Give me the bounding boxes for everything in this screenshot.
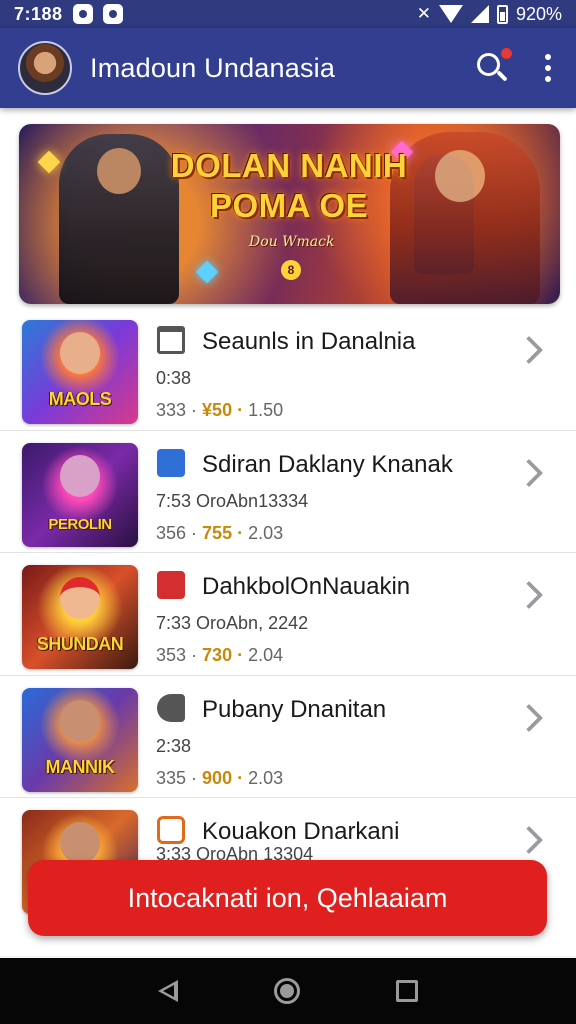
game-stats: 356 · 755 · 2.03 bbox=[156, 522, 284, 543]
game-thumbnail: SHUNDAN bbox=[22, 565, 138, 669]
game-meta: 7:33 OroAbn, 2242 bbox=[156, 613, 309, 633]
game-title: Seaunls in Danalnia bbox=[202, 328, 416, 355]
battery-icon bbox=[496, 4, 508, 24]
game-title: Sdiran Daklany Knanak bbox=[202, 450, 453, 478]
wifi-icon bbox=[438, 5, 463, 23]
sparkle-icon bbox=[195, 260, 219, 284]
sparkle-icon bbox=[37, 150, 61, 174]
primary-action-button[interactable]: Intocaknati ion, Qehlaaiam bbox=[28, 860, 547, 936]
more-options-button[interactable] bbox=[538, 50, 558, 86]
main-content: DOLAN NANIH POMA OE Dou Wmack 8 MAOLS Se… bbox=[0, 108, 576, 956]
status-bar: 7:188 ✕ 920% bbox=[0, 0, 576, 28]
chevron-right-icon bbox=[514, 825, 544, 855]
tag-icon bbox=[157, 693, 185, 722]
game-title: DahkbolOnNauakin bbox=[202, 573, 411, 600]
banner-subtitle: Dou Wmack bbox=[249, 234, 335, 250]
chevron-right-icon bbox=[514, 458, 544, 487]
game-meta: 0:38 bbox=[156, 368, 192, 388]
game-stats: 333 · ¥50 · 1.50 bbox=[156, 400, 284, 420]
game-stats: 353 · 730 · 2.04 bbox=[156, 645, 284, 665]
notification-icon bbox=[72, 4, 93, 24]
notification-dot bbox=[501, 48, 512, 59]
send-icon bbox=[157, 448, 185, 477]
avatar[interactable] bbox=[18, 41, 72, 95]
battery-percent: 920% bbox=[515, 3, 562, 24]
game-meta: 2:38 bbox=[156, 735, 192, 756]
banner-badge: 8 bbox=[281, 260, 301, 280]
status-time: 7:188 bbox=[14, 3, 63, 24]
app-title: Imadoun Undanasia bbox=[90, 52, 336, 83]
chevron-right-icon bbox=[514, 335, 544, 365]
banner-title: DOLAN NANIH POMA OE bbox=[170, 147, 408, 224]
chevron-right-icon bbox=[514, 703, 544, 732]
back-icon[interactable] bbox=[158, 980, 178, 1002]
more-vert-icon bbox=[545, 54, 551, 60]
game-stats: 335 · 900 · 2.03 bbox=[156, 767, 284, 788]
chevron-right-icon bbox=[514, 580, 544, 610]
game-meta: 7:53 OroAbn13334 bbox=[156, 490, 309, 511]
search-button[interactable] bbox=[474, 48, 512, 86]
game-list: MAOLS Seaunls in Danalnia 0:38 333 · ¥50… bbox=[0, 308, 576, 921]
trash-icon bbox=[157, 326, 185, 354]
game-thumbnail: MAOLS bbox=[22, 320, 138, 424]
list-item[interactable]: MANNIK Pubany Dnanitan 2:38 335 · 900 · … bbox=[0, 676, 576, 798]
notification-icon-2 bbox=[102, 4, 123, 24]
game-title: Kouakon Dnarkani bbox=[202, 818, 400, 845]
list-item[interactable]: SHUNDAN DahkbolOnNauakin 7:33 OroAbn, 22… bbox=[0, 553, 576, 676]
system-nav-bar bbox=[0, 958, 576, 1024]
featured-banner[interactable]: DOLAN NANIH POMA OE Dou Wmack 8 bbox=[19, 124, 560, 304]
game-thumbnail: MANNIK bbox=[22, 687, 138, 792]
game-title: Pubany Dnanitan bbox=[202, 695, 387, 723]
chat-icon bbox=[157, 816, 185, 844]
list-item[interactable]: PEROLIN Sdiran Daklany Knanak 7:53 OroAb… bbox=[0, 431, 576, 553]
mute-icon: ✕ bbox=[416, 4, 431, 23]
recent-apps-icon[interactable] bbox=[396, 980, 418, 1002]
game-icon bbox=[157, 571, 185, 599]
app-bar: Imadoun Undanasia bbox=[0, 28, 576, 108]
home-icon[interactable] bbox=[274, 978, 300, 1004]
signal-icon bbox=[470, 5, 489, 23]
game-thumbnail: PEROLIN bbox=[22, 442, 138, 547]
list-item[interactable]: MAOLS Seaunls in Danalnia 0:38 333 · ¥50… bbox=[0, 308, 576, 431]
phone-screen: 7:188 ✕ 920% Imadoun Undanasia DOLAN NAN… bbox=[0, 0, 576, 1024]
